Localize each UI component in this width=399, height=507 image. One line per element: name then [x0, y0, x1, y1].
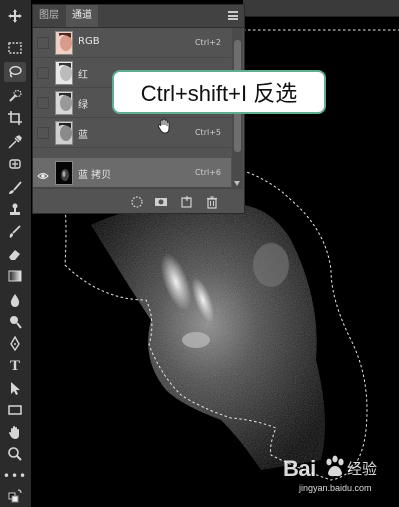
quick-selection-icon[interactable]	[4, 86, 26, 106]
history-brush-icon[interactable]	[4, 222, 26, 242]
channel-row-blue[interactable]: 蓝 Ctrl+5	[33, 118, 231, 148]
dodge-icon[interactable]	[4, 312, 26, 332]
tools-panel: T •••	[0, 0, 32, 507]
visibility-toggle[interactable]	[37, 127, 49, 139]
delete-channel-icon[interactable]	[205, 194, 219, 209]
visibility-toggle[interactable]	[37, 67, 49, 79]
baidu-jingyan-watermark: Bai 经验 jingyan.baidu.com	[283, 452, 395, 500]
visibility-toggle[interactable]	[37, 37, 49, 49]
eraser-icon[interactable]	[4, 244, 26, 264]
watermark-brand-cn: 经验	[347, 460, 378, 478]
shortcut-callout: Ctrl+shift+I 反选	[112, 70, 326, 114]
channel-name: 绿	[78, 100, 88, 111]
panel-tabs: 图层 通道	[33, 5, 244, 28]
channel-shortcut: Ctrl+5	[194, 128, 221, 137]
healing-brush-icon[interactable]	[4, 154, 26, 174]
watermark-url: jingyan.baidu.com	[299, 483, 372, 493]
new-channel-icon[interactable]	[180, 194, 194, 208]
document-tab-bar	[243, 0, 399, 17]
visibility-toggle[interactable]	[37, 97, 49, 109]
blur-icon[interactable]	[4, 290, 26, 310]
paw-icon	[326, 455, 344, 477]
save-selection-icon[interactable]	[154, 194, 168, 208]
channel-thumbnail	[55, 91, 73, 115]
channel-shortcut: Ctrl+6	[194, 168, 221, 177]
type-icon[interactable]: T	[4, 356, 26, 376]
eyedropper-icon[interactable]	[4, 132, 26, 152]
channel-thumbnail	[55, 31, 73, 55]
hand-icon[interactable]	[4, 422, 26, 442]
channel-row-blue-copy[interactable]: 蓝 拷贝 Ctrl+6	[33, 158, 231, 188]
crop-icon[interactable]	[4, 108, 26, 128]
tab-channels[interactable]: 通道	[66, 5, 98, 27]
move-icon[interactable]	[4, 6, 26, 26]
marquee-icon[interactable]	[4, 38, 26, 58]
tab-layers[interactable]: 图层	[33, 5, 65, 27]
rectangle-icon[interactable]	[4, 400, 26, 420]
pen-icon[interactable]	[4, 334, 26, 354]
channel-name: 蓝	[78, 130, 88, 141]
hand-cursor-icon	[158, 118, 170, 134]
panel-footer	[33, 188, 244, 213]
path-selection-icon[interactable]	[4, 378, 26, 398]
brush-icon[interactable]	[4, 178, 26, 198]
channel-thumbnail	[55, 121, 73, 145]
zoom-icon[interactable]	[4, 444, 26, 464]
panel-menu-icon[interactable]	[228, 11, 238, 20]
swap-colors-icon[interactable]	[4, 486, 26, 506]
eye-icon[interactable]	[37, 167, 49, 179]
load-selection-icon[interactable]	[130, 194, 144, 208]
lasso-icon[interactable]	[4, 62, 26, 82]
watermark-brand: Bai	[283, 456, 316, 481]
more-tools-icon[interactable]: •••	[3, 466, 26, 486]
clone-stamp-icon[interactable]	[4, 200, 26, 220]
channel-thumbnail	[55, 61, 73, 85]
channel-row-rgb[interactable]: RGB Ctrl+2	[33, 28, 231, 58]
channel-name: RGB	[78, 36, 100, 47]
channel-shortcut: Ctrl+2	[194, 38, 221, 47]
channel-name: 蓝 拷贝	[78, 170, 112, 181]
channel-name: 红	[78, 70, 88, 81]
gradient-icon[interactable]	[4, 266, 26, 286]
scroll-down-icon[interactable]	[234, 181, 240, 186]
channel-thumbnail	[55, 161, 73, 185]
